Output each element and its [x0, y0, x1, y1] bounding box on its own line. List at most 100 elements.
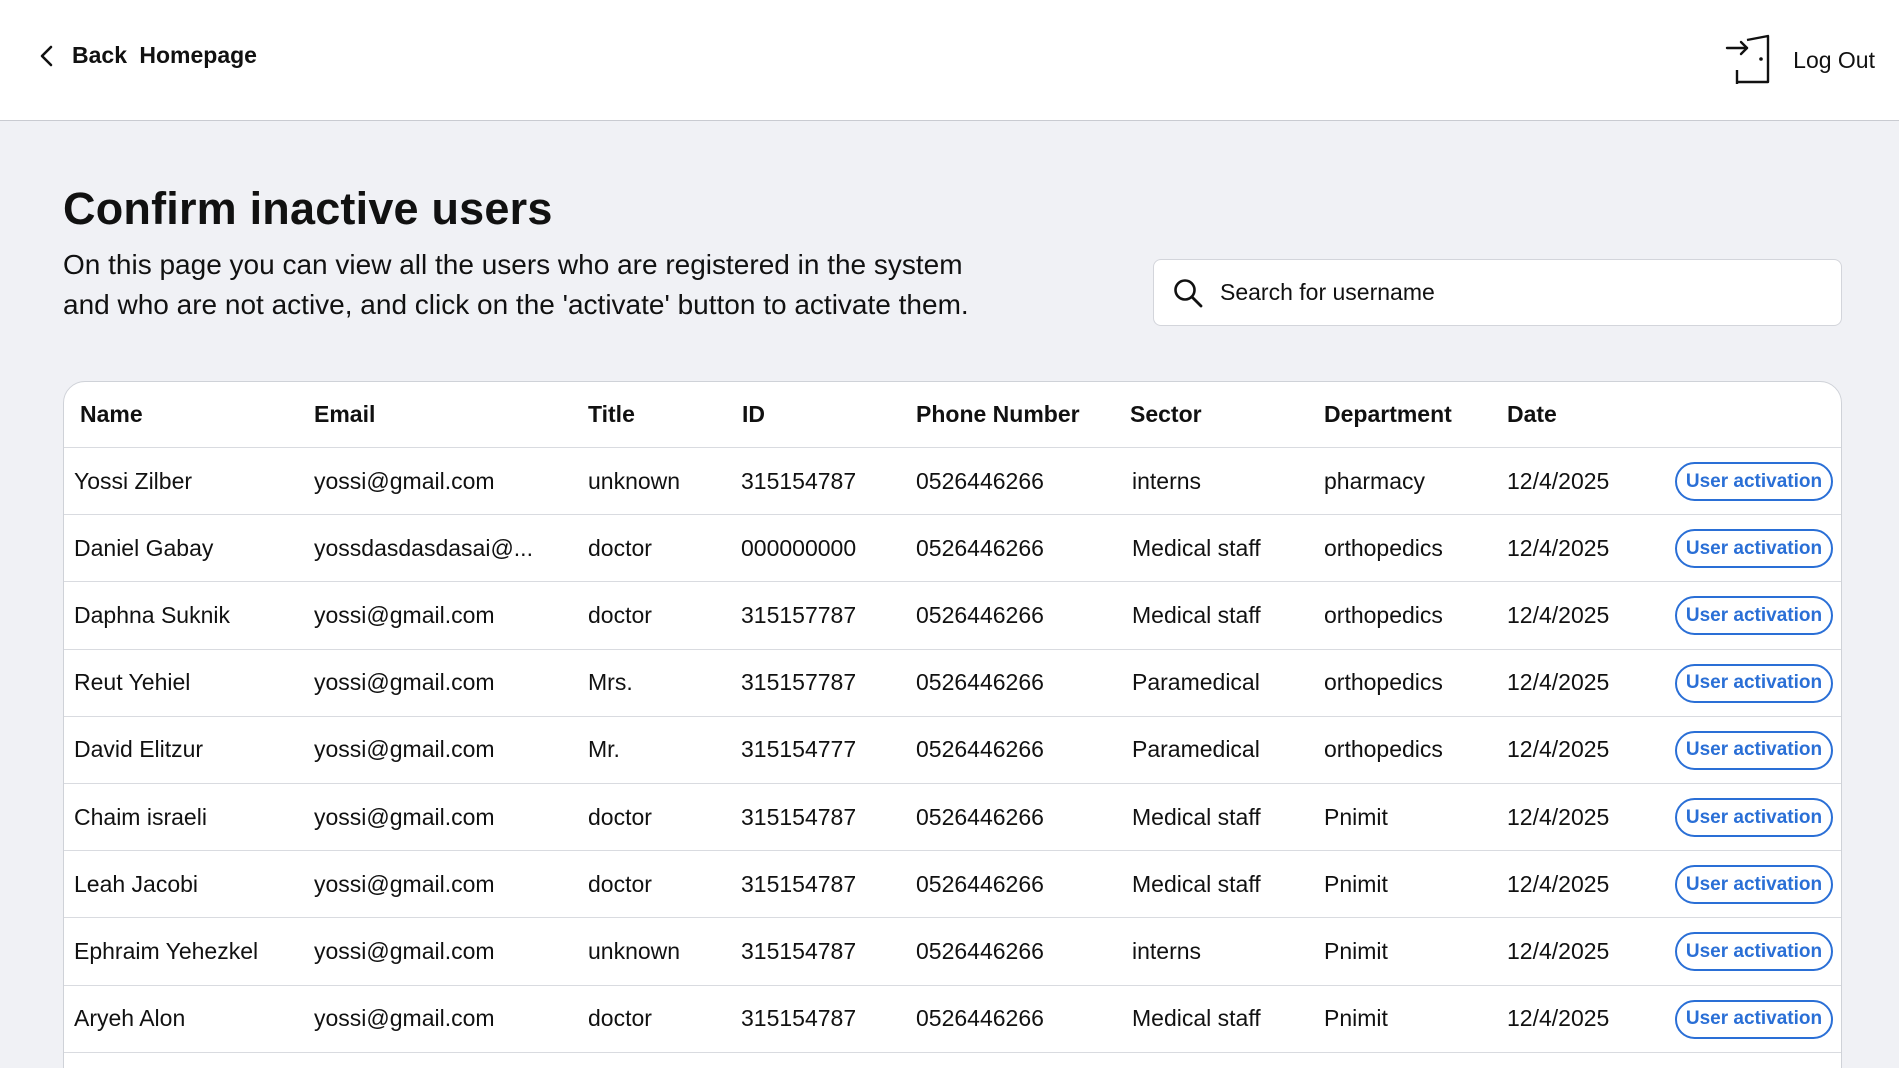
cell-department: Pnimit	[1324, 870, 1388, 897]
user-activation-button[interactable]: User activation	[1675, 798, 1833, 837]
cell-email: yossi@gmail.com	[314, 870, 495, 897]
search-box[interactable]	[1153, 259, 1842, 326]
user-activation-button[interactable]: User activation	[1675, 663, 1833, 703]
cell-id: 315157787	[741, 601, 857, 628]
column-header-department: Department	[1324, 401, 1452, 427]
cell-title: doctor	[588, 803, 652, 830]
top-bar: Back Homepage Log Out	[0, 0, 1899, 121]
user-activation-button[interactable]: User activation	[1675, 999, 1833, 1039]
page-title: Confirm inactive users	[63, 183, 553, 234]
cell-date: 12/4/2025	[1507, 467, 1610, 494]
cell-email: yossi@gmail.com	[314, 803, 495, 830]
cell-id: 000000000	[741, 534, 857, 561]
cell-department: orthopedics	[1324, 669, 1443, 696]
table-row: Ephraim Yehezkel yossi@gmail.com unknown 31…	[64, 918, 1841, 986]
cell-name: Aryeh Alon	[74, 1005, 186, 1032]
cell-id: 315154787	[741, 937, 857, 964]
table-header-row: Name Email Title ID Phone Number Sector …	[64, 382, 1841, 448]
cell-title: Mrs.	[588, 669, 633, 696]
cell-department: orthopedics	[1324, 534, 1443, 561]
cell-sector: Medical staff	[1132, 1005, 1261, 1032]
cell-phone: 0526446266	[916, 601, 1044, 628]
cell-sector: Paramedical	[1132, 669, 1260, 696]
cell-name: David Elitzur	[74, 736, 204, 763]
cell-name: Yossi Zilber	[74, 467, 193, 494]
cell-title: Mr.	[588, 736, 620, 763]
cell-sector: Medical staff	[1132, 601, 1261, 628]
user-activation-button[interactable]: User activation	[1675, 529, 1833, 569]
search-input[interactable]	[1220, 279, 1820, 306]
cell-id: 315154787	[741, 467, 857, 494]
cell-date: 12/4/2025	[1507, 601, 1610, 628]
user-activation-button[interactable]: User activation	[1675, 596, 1833, 636]
user-activation-button[interactable]: User activation	[1675, 462, 1833, 501]
cell-department: Pnimit	[1324, 1005, 1388, 1032]
page-description-line2: and who are not active, and click on the…	[63, 289, 969, 320]
cell-sector: interns	[1132, 467, 1202, 494]
cell-title: doctor	[588, 870, 652, 897]
cell-date: 12/4/2025	[1507, 937, 1610, 964]
cell-date: 12/4/2025	[1507, 803, 1610, 830]
cell-sector: Medical staff	[1132, 534, 1261, 561]
cell-department: Pnimit	[1324, 937, 1388, 964]
cell-date: 12/4/2025	[1507, 534, 1610, 561]
cell-title: doctor	[588, 1005, 652, 1032]
cell-name: Chaim israeli	[74, 803, 207, 830]
column-header-name: Name	[80, 401, 143, 427]
cell-id: 315157787	[741, 669, 857, 696]
cell-department: orthopedics	[1324, 736, 1443, 763]
page-description: On this page you can view all the users …	[63, 245, 1023, 325]
cell-phone: 0526446266	[916, 870, 1044, 897]
column-header-email: Email	[314, 401, 376, 427]
cell-email: yossi@gmail.com	[314, 937, 495, 964]
cell-department: Pnimit	[1324, 803, 1388, 830]
cell-date: 12/4/2025	[1507, 870, 1610, 897]
user-activation-button[interactable]: User activation	[1675, 865, 1833, 905]
table-row: David Elitzur yossi@gmail.com Mr. 315154777…	[64, 717, 1841, 784]
cell-id: 315154787	[741, 803, 857, 830]
cell-title: unknown	[588, 467, 681, 494]
cell-phone: 0526446266	[916, 534, 1044, 561]
cell-phone: 0526446266	[916, 937, 1044, 964]
cell-id: 315154787	[741, 1005, 857, 1032]
cell-date: 12/4/2025	[1507, 669, 1610, 696]
column-header-sector: Sector	[1130, 401, 1202, 427]
cell-name: Leah Jacobi	[74, 870, 199, 897]
column-header-id: ID	[742, 401, 765, 427]
cell-phone: 0526446266	[916, 669, 1044, 696]
table-row: Yossi Zilber yossi@gmail.com unknown 315154…	[64, 448, 1841, 516]
user-activation-button[interactable]: User activation	[1675, 932, 1833, 972]
cell-department: orthopedics	[1324, 601, 1443, 628]
table-row: Aryeh Alon yossi@gmail.com doctor 315154787…	[64, 986, 1841, 1053]
cell-name: Ephraim Yehezkel	[74, 937, 259, 964]
user-activation-button[interactable]: User activation	[1675, 730, 1833, 770]
column-header-title: Title	[588, 401, 635, 427]
back-homepage-button[interactable]: Back Homepage	[38, 42, 257, 69]
cell-email: yossi@gmail.com	[314, 467, 495, 494]
cell-phone: 0526446266	[916, 1005, 1044, 1032]
cell-email: yossi@gmail.com	[314, 669, 495, 696]
cell-id: 315154777	[741, 736, 857, 763]
cell-title: unknown	[588, 937, 681, 964]
table-row: Leah Jacobi yossi@gmail.com doctor 31515478…	[64, 851, 1841, 919]
cell-sector: Paramedical	[1132, 736, 1260, 763]
table-row: Daniel Gabay yossdasdasdasai@... doctor 000…	[64, 515, 1841, 583]
page-description-line1: On this page you can view all the users …	[63, 249, 963, 280]
logout-button[interactable]: Log Out	[1725, 34, 1875, 86]
table-row: Daphna Suknik yossi@gmail.com doctor 315157…	[64, 582, 1841, 650]
cell-email: yossi@gmail.com	[314, 601, 495, 628]
chevron-left-icon	[40, 45, 53, 66]
cell-department: pharmacy	[1324, 467, 1425, 494]
table-row: Chaim israeli yossi@gmail.com doctor 315154…	[64, 784, 1841, 852]
cell-id: 315154787	[741, 870, 857, 897]
cell-date: 12/4/2025	[1507, 736, 1610, 763]
cell-email: yossi@gmail.com	[314, 1005, 495, 1032]
cell-title: doctor	[588, 601, 652, 628]
column-header-phone: Phone Number	[916, 401, 1080, 427]
cell-email: yossdasdasdasai@...	[314, 534, 533, 561]
search-icon	[1174, 278, 1203, 307]
cell-sector: Medical staff	[1132, 803, 1261, 830]
back-homepage-label: Back Homepage	[72, 42, 257, 68]
cell-phone: 0526446266	[916, 736, 1044, 763]
column-header-date: Date	[1507, 401, 1557, 427]
